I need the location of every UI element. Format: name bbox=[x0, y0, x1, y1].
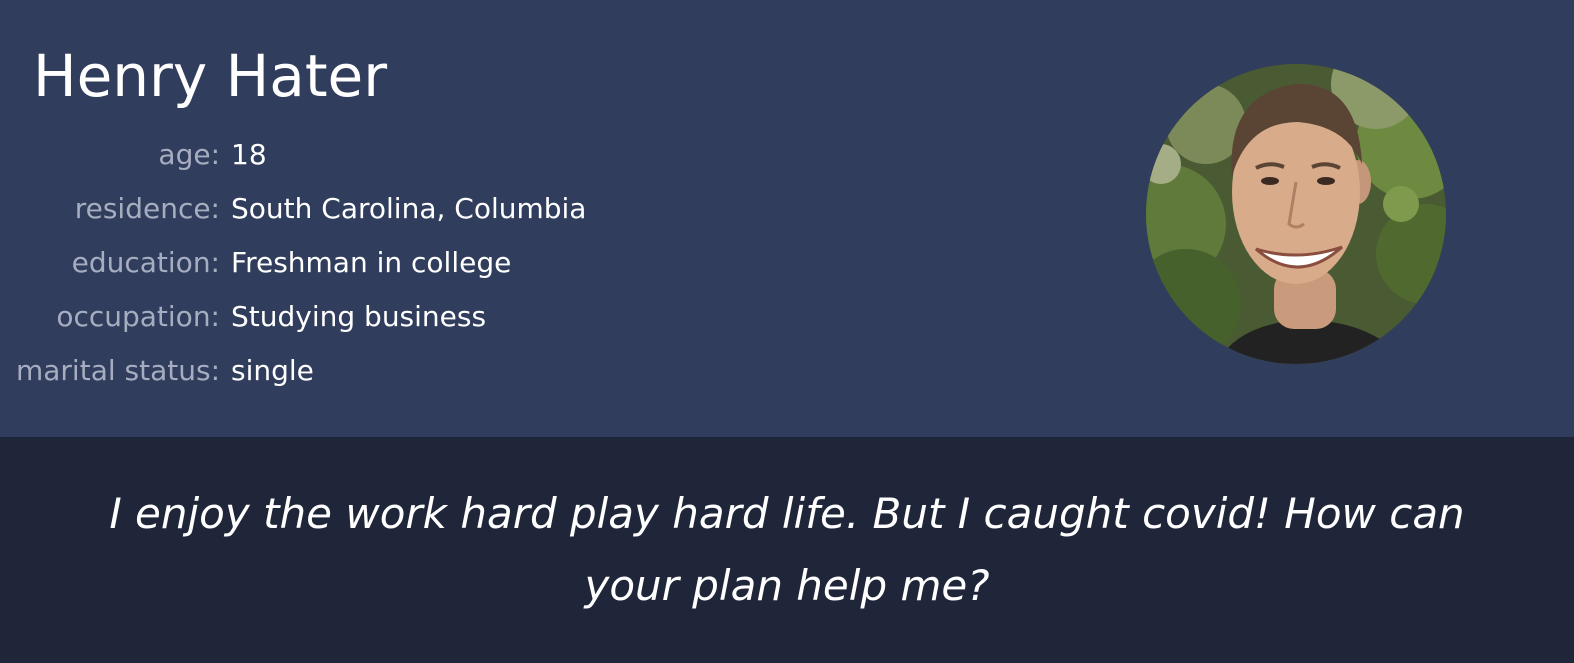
detail-row-occupation: occupation: Studying business bbox=[0, 289, 586, 343]
persona-quote: I enjoy the work hard play hard life. Bu… bbox=[109, 489, 1465, 610]
avatar bbox=[1146, 64, 1446, 364]
detail-label: education: bbox=[71, 245, 220, 279]
detail-value: Freshman in college bbox=[231, 245, 512, 279]
detail-label: residence: bbox=[74, 191, 220, 225]
persona-card: Henry Hater age: 18 residence: South Car… bbox=[0, 0, 1574, 663]
detail-label: occupation: bbox=[56, 299, 220, 333]
detail-value: 18 bbox=[231, 137, 267, 171]
detail-label: marital status: bbox=[15, 353, 220, 387]
detail-value: South Carolina, Columbia bbox=[231, 191, 587, 225]
detail-row-age: age: 18 bbox=[0, 127, 586, 181]
avatar-portrait bbox=[1146, 64, 1446, 364]
persona-details: age: 18 residence: South Carolina, Colum… bbox=[0, 127, 586, 397]
profile-panel: Henry Hater age: 18 residence: South Car… bbox=[0, 0, 1574, 437]
quote-panel: I enjoy the work hard play hard life. Bu… bbox=[0, 437, 1574, 663]
detail-row-marital-status: marital status: single bbox=[0, 343, 586, 397]
detail-label: age: bbox=[158, 137, 220, 171]
detail-value: Studying business bbox=[231, 299, 487, 333]
detail-row-residence: residence: South Carolina, Columbia bbox=[0, 181, 587, 235]
detail-row-education: education: Freshman in college bbox=[0, 235, 586, 289]
detail-value: single bbox=[231, 353, 314, 387]
persona-name: Henry Hater bbox=[33, 42, 388, 110]
